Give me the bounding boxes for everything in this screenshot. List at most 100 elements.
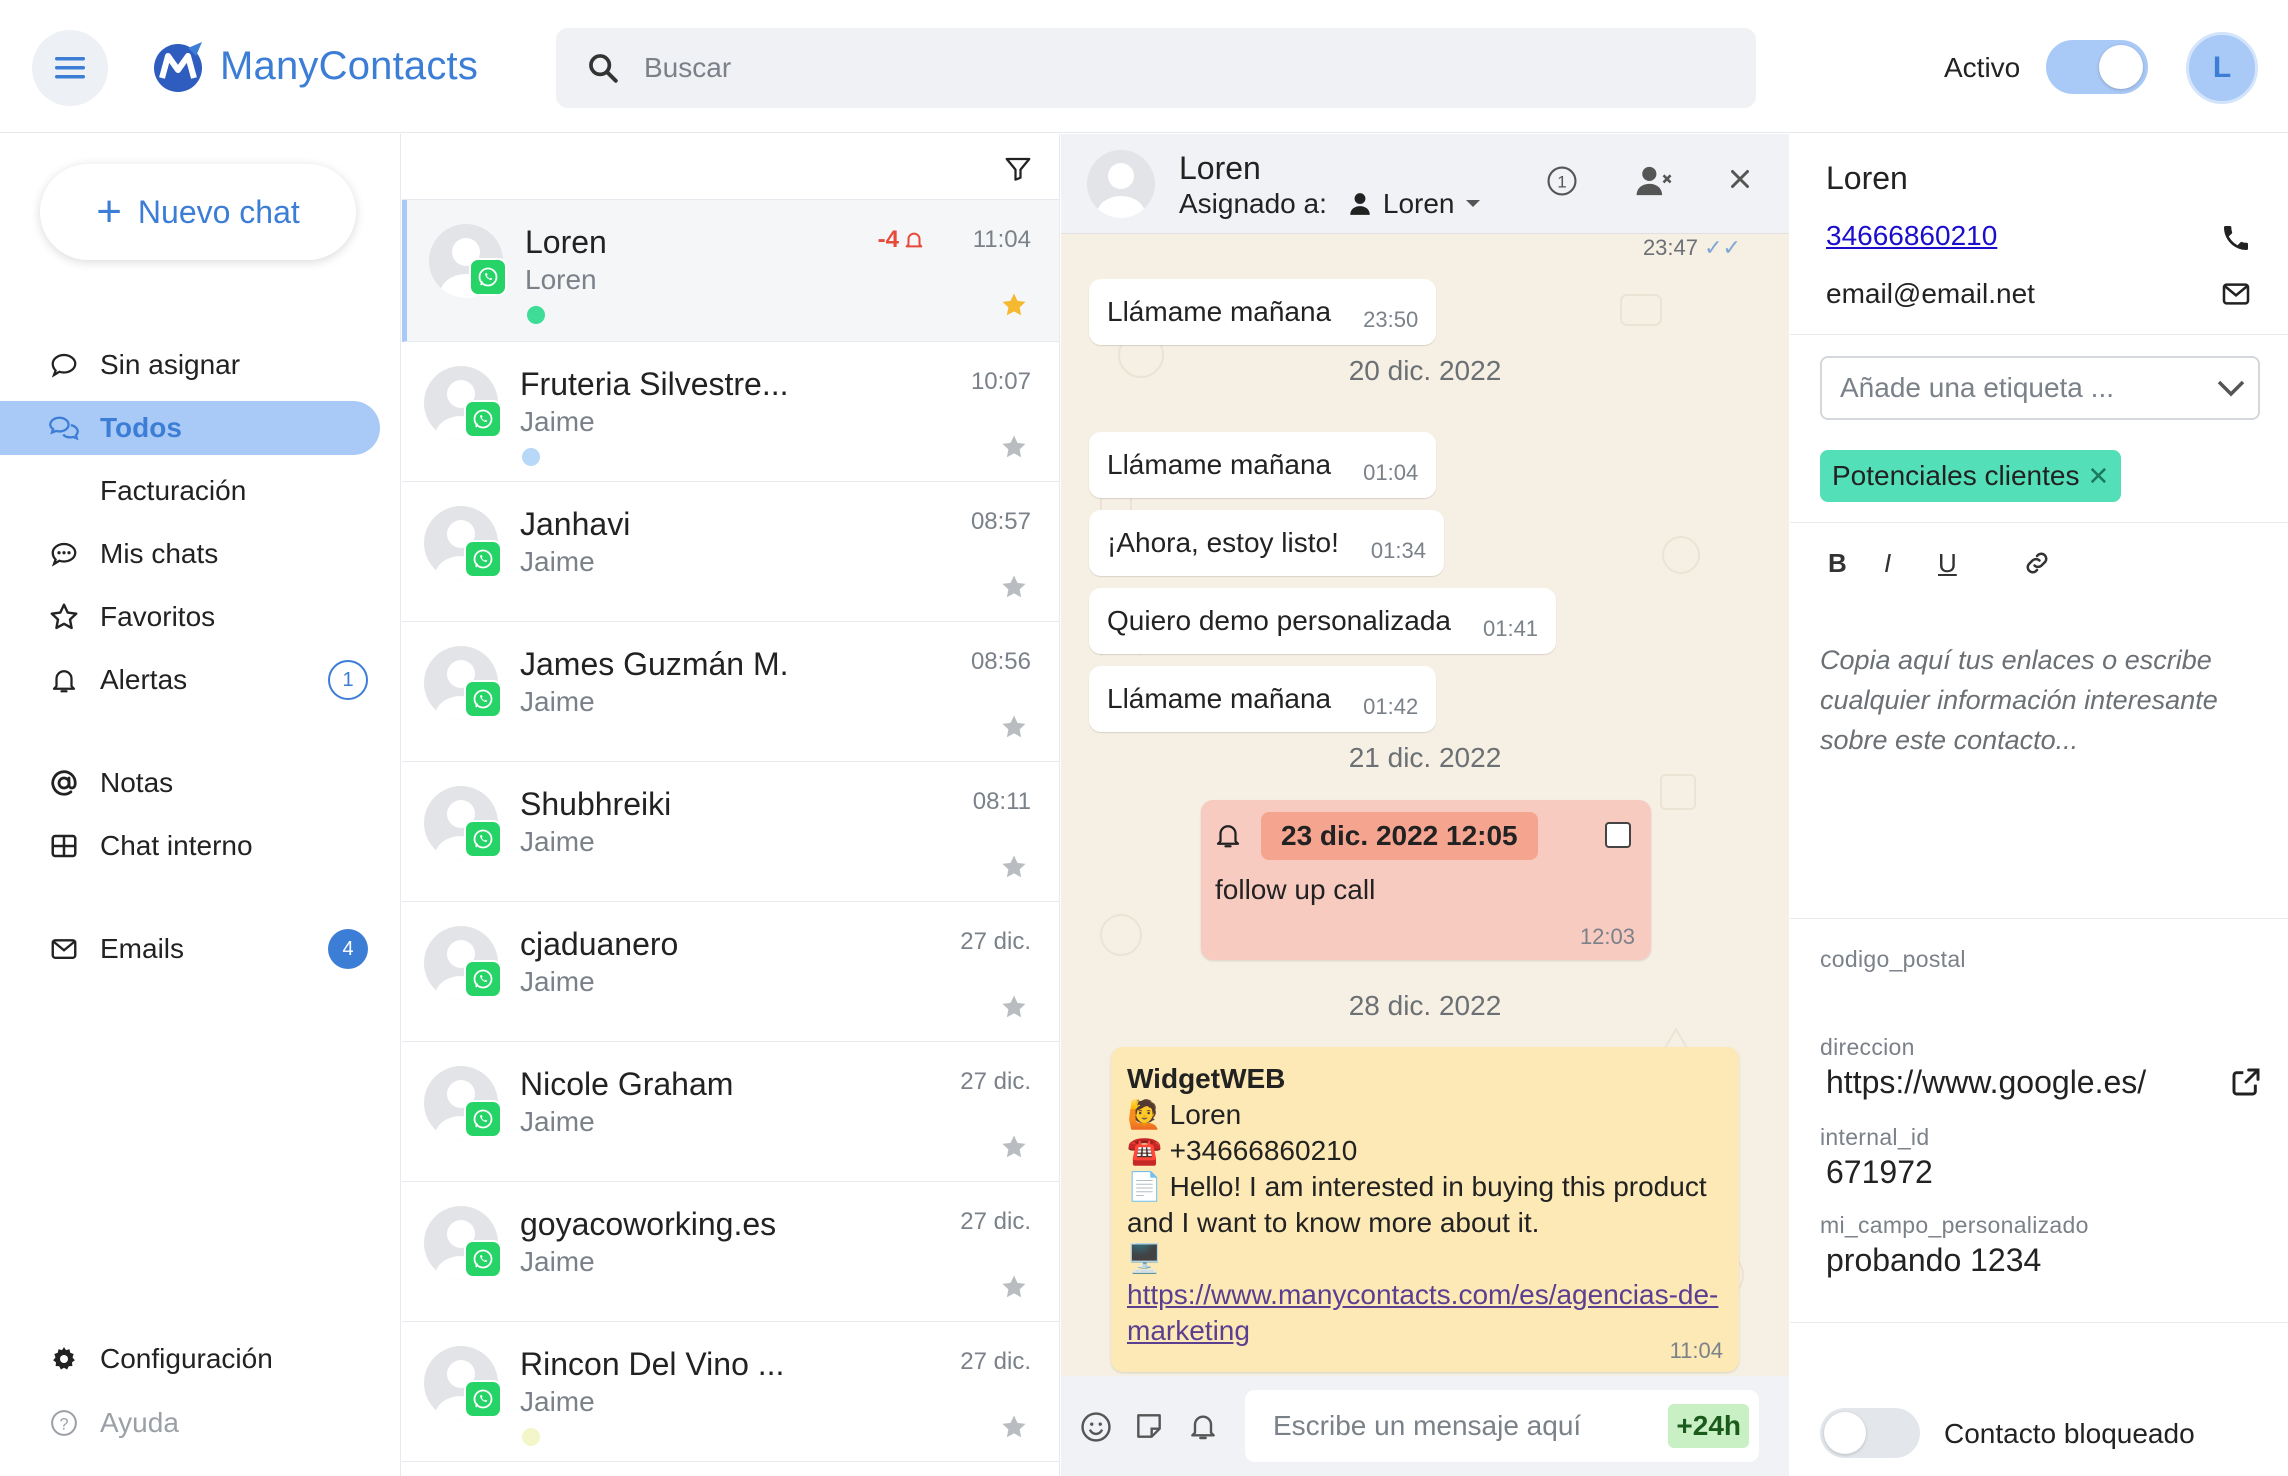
sidebar-item-chat-interno[interactable]: Chat interno: [0, 819, 380, 873]
user-avatar[interactable]: L: [2186, 32, 2258, 104]
sidebar-item-notas[interactable]: Notas: [0, 756, 380, 810]
search-input[interactable]: [644, 52, 1644, 84]
chat-list-item[interactable]: Nicole Graham Jaime 27 dic.: [402, 1042, 1059, 1182]
tag-chip[interactable]: Potenciales clientes ✕: [1820, 450, 2122, 502]
mail-icon[interactable]: [2220, 278, 2252, 315]
message-bubble[interactable]: ¡Ahora, estoy listo! 01:34: [1089, 510, 1444, 576]
message-text: Llámame mañana: [1107, 296, 1332, 327]
sidebar-item-mis-chats[interactable]: Mis chats: [0, 527, 380, 581]
star-icon[interactable]: [999, 572, 1029, 607]
at-icon: [48, 767, 80, 799]
emails-count-badge: 4: [328, 929, 368, 969]
remove-tag-icon[interactable]: ✕: [2087, 461, 2109, 492]
sidebar-item-label: Todos: [100, 412, 182, 443]
new-chat-label: Nuevo chat: [137, 193, 300, 230]
chat-list-item[interactable]: Shubhreiki Jaime 08:11: [402, 762, 1059, 902]
sidebar-item-facturacion[interactable]: Facturación: [0, 464, 380, 518]
chat-list-item[interactable]: Fruteria Silvestre... Jaime 10:07: [402, 342, 1059, 482]
chat-list-item[interactable]: cjaduanero Jaime 27 dic.: [402, 902, 1059, 1042]
message-input[interactable]: [1273, 1410, 1653, 1442]
message-bubble[interactable]: Llámame mañana 01:04: [1089, 432, 1437, 498]
chat-time: 08:11: [972, 788, 1031, 815]
search-bar[interactable]: [556, 28, 1756, 108]
svg-text:1: 1: [1557, 172, 1566, 191]
chat-list-item[interactable]: goyacoworking.es Jaime 27 dic.: [402, 1182, 1059, 1322]
whatsapp-icon: [464, 960, 502, 998]
star-icon[interactable]: [999, 992, 1029, 1027]
message-bubble[interactable]: Llámame mañana 01:42: [1089, 666, 1437, 732]
status-dot: [522, 1428, 540, 1446]
tag-select[interactable]: Añade una etiqueta ...: [1820, 356, 2260, 420]
link-icon[interactable]: [2022, 548, 2052, 585]
chat-alert-count: -4: [877, 226, 899, 253]
hamburger-menu-button[interactable]: [32, 30, 108, 106]
conversation-panel: Loren Asignado a: Loren 1 23:47 ✓✓ Lláma…: [1061, 134, 1789, 1476]
help-link[interactable]: ? Ayuda: [0, 1396, 380, 1450]
chat-alert-badge: -4: [878, 226, 925, 254]
sidebar-item-label: Mis chats: [100, 538, 219, 569]
chat-list-item[interactable]: Loren Loren 11:04 -4: [402, 200, 1059, 342]
message-status-time: 23:47 ✓✓: [1061, 235, 1741, 261]
reminder-checkbox[interactable]: [1605, 822, 1631, 848]
block-contact-toggle[interactable]: [1820, 1408, 1920, 1458]
field-value-direccion[interactable]: https://www.google.es/: [1826, 1064, 2146, 1101]
star-icon[interactable]: [999, 712, 1029, 747]
message-time: 01:41: [1482, 616, 1539, 641]
contact-phone-link[interactable]: 34666860210: [1826, 220, 1997, 252]
emoji-icon[interactable]: [1079, 1410, 1113, 1449]
message-time: 23:50: [1363, 307, 1419, 332]
sidebar-item-todos[interactable]: Todos: [0, 401, 380, 455]
widget-link[interactable]: https://www.manycontacts.com/es/agencias…: [1127, 1279, 1718, 1346]
sidebar-item-alertas[interactable]: Alertas 1: [0, 653, 380, 707]
widget-message-bubble[interactable]: WidgetWEB 🙋 Loren ☎️ +34666860210 📄 Hell…: [1111, 1047, 1739, 1372]
italic-button[interactable]: I: [1884, 548, 1891, 579]
message-input-box[interactable]: +24h: [1245, 1390, 1759, 1462]
chat-time: 11:04: [972, 226, 1031, 253]
reminder-card[interactable]: 23 dic. 2022 12:05 follow up call 12:03: [1201, 800, 1651, 960]
chat-time: 27 dic.: [960, 928, 1031, 955]
info-icon[interactable]: 1: [1545, 164, 1579, 203]
star-icon[interactable]: [999, 852, 1029, 887]
message-area[interactable]: 23:47 ✓✓ Llámame mañana 23:50 20 dic. 202…: [1061, 235, 1789, 1375]
settings-link[interactable]: Configuración: [0, 1332, 380, 1386]
star-icon[interactable]: [999, 290, 1029, 325]
sidebar-item-label: Facturación: [100, 475, 247, 506]
sidebar-item-sin-asignar[interactable]: Sin asignar: [0, 338, 380, 392]
whatsapp-icon: [464, 1380, 502, 1418]
chat-dots-icon: [48, 538, 80, 570]
star-icon[interactable]: [999, 1132, 1029, 1167]
logo[interactable]: ManyContacts: [150, 38, 478, 94]
star-icon[interactable]: [999, 1412, 1029, 1447]
contact-avatar[interactable]: [1087, 150, 1155, 218]
phone-icon[interactable]: [2220, 222, 2252, 259]
filter-icon[interactable]: [1003, 154, 1033, 189]
external-link-icon[interactable]: [2230, 1066, 2262, 1103]
contact-details-panel: Loren 34666860210 email@email.net Añade …: [1790, 134, 2288, 1476]
bold-button[interactable]: B: [1828, 548, 1847, 579]
field-value-internal-id[interactable]: 671972: [1826, 1154, 1933, 1191]
star-icon[interactable]: [999, 1272, 1029, 1307]
contact-email[interactable]: email@email.net: [1826, 278, 2035, 310]
unassign-user-icon[interactable]: [1635, 164, 1675, 203]
chats-icon: [48, 412, 80, 444]
star-icon[interactable]: [999, 432, 1029, 467]
field-value-custom[interactable]: probando 1234: [1826, 1242, 2041, 1279]
chat-name: Rincon Del Vino ...: [520, 1346, 785, 1382]
reminder-bell-icon[interactable]: [1187, 1410, 1219, 1447]
message-bubble[interactable]: Quiero demo personalizada 01:41: [1089, 588, 1557, 654]
search-icon: [589, 54, 618, 83]
new-chat-button[interactable]: + Nuevo chat: [40, 164, 356, 260]
sidebar-item-emails[interactable]: Emails 4: [0, 922, 380, 976]
contact-notes-editor[interactable]: Copia aquí tus enlaces o escribe cualqui…: [1820, 640, 2250, 760]
sidebar-item-favoritos[interactable]: Favoritos: [0, 590, 380, 644]
underline-button[interactable]: U: [1938, 548, 1957, 579]
assignee-selector[interactable]: Asignado a: Loren: [1179, 188, 1481, 220]
close-icon[interactable]: [1725, 164, 1755, 199]
message-bubble[interactable]: Llámame mañana 23:50: [1089, 279, 1437, 345]
note-icon[interactable]: [1133, 1410, 1165, 1447]
chat-list-item[interactable]: Rincon Del Vino ... Jaime 27 dic.: [402, 1322, 1059, 1462]
status-toggle[interactable]: [2046, 40, 2148, 94]
chat-list-item[interactable]: Janhavi Jaime 08:57: [402, 482, 1059, 622]
chat-assignee: Jaime: [520, 546, 595, 577]
chat-list-item[interactable]: James Guzmán M. Jaime 08:56: [402, 622, 1059, 762]
